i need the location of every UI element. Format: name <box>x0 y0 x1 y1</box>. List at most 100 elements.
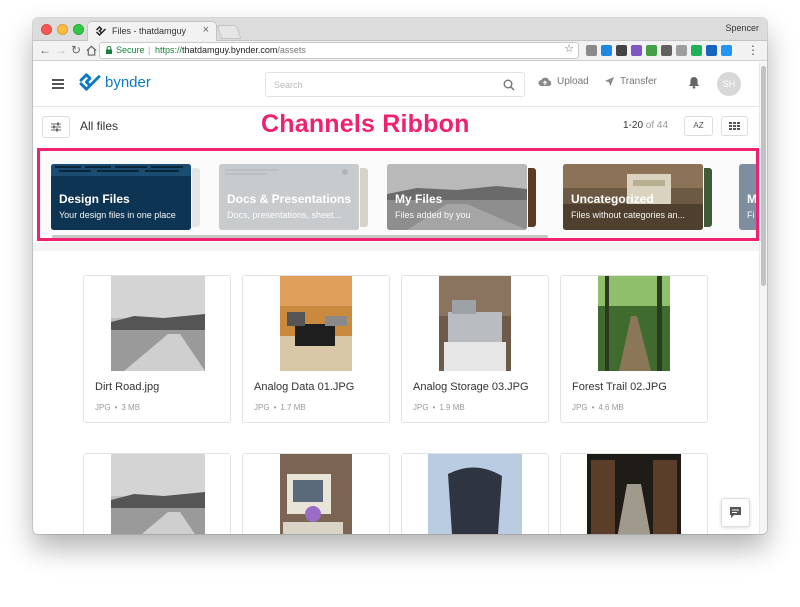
section-divider <box>33 242 759 251</box>
asset-size: 4.6 MB <box>598 403 624 412</box>
asset-card[interactable] <box>401 453 549 534</box>
grid-view-icon <box>729 122 740 130</box>
grid-view-button[interactable] <box>721 116 748 136</box>
browser-window: Files - thatdamguy × Spencer ← → ↻ Secur… <box>33 18 767 534</box>
home-icon[interactable] <box>86 45 97 56</box>
asset-card[interactable]: Forest Trail 02.JPG JPG • 4.6 MB <box>560 275 708 423</box>
meta-separator: • <box>432 403 436 412</box>
chat-button[interactable] <box>721 498 750 527</box>
asset-grid: Dirt Road.jpg JPG • 3 MB Analog Data 01.JP… <box>33 251 759 534</box>
browser-menu-icon[interactable]: ⋮ <box>747 43 759 57</box>
asset-thumbnail <box>402 276 548 371</box>
asset-thumbnail <box>243 276 389 371</box>
asset-meta: JPG • 4.6 MB <box>572 403 624 412</box>
channel-card-docs-presentations[interactable]: Docs & Presentations Docs, presentations… <box>219 164 359 230</box>
app-header: bynder Search Upload Transfer SH <box>33 62 759 107</box>
transfer-button[interactable]: Transfer <box>604 76 657 87</box>
upload-label: Upload <box>557 76 589 87</box>
address-bar[interactable]: Secure | https://thatdamguy.bynder.com/a… <box>99 42 579 59</box>
user-avatar[interactable]: SH <box>717 72 741 96</box>
annotation-label: Channels Ribbon <box>261 110 470 138</box>
bynder-favicon-icon <box>95 25 107 37</box>
meta-separator: • <box>591 403 595 412</box>
minimize-window-button[interactable] <box>57 24 68 35</box>
back-arrow-icon[interactable]: ← <box>39 43 51 57</box>
browser-tab[interactable]: Files - thatdamguy × <box>87 21 217 41</box>
navigation-bar: ← → ↻ Secure | https://thatdamguy.bynder… <box>33 41 767 61</box>
url-host: thatdamguy.bynder.com <box>182 45 278 55</box>
scrollbar-thumb[interactable] <box>761 66 766 286</box>
url-text: https://thatdamguy.bynder.com/assets <box>155 43 306 58</box>
search-placeholder: Search <box>274 80 303 90</box>
channel-card-my-files[interactable]: My Files Files added by you <box>387 164 527 230</box>
channel-subtitle: Files without categories an... <box>571 210 686 220</box>
asset-type: JPG <box>572 403 588 412</box>
asset-card[interactable]: Analog Data 01.JPG JPG • 1.7 MB <box>242 275 390 423</box>
maximize-window-button[interactable] <box>73 24 84 35</box>
asset-card[interactable]: Dirt Road.jpg JPG • 3 MB <box>83 275 231 423</box>
channel-stack-edge <box>704 168 712 227</box>
asset-card[interactable] <box>83 453 231 534</box>
forward-arrow-icon[interactable]: → <box>55 43 67 57</box>
meta-separator: • <box>273 403 277 412</box>
extension-icon-7[interactable] <box>676 45 687 56</box>
extension-icon-4[interactable] <box>631 45 642 56</box>
extension-icon-2[interactable] <box>601 45 612 56</box>
asset-type: JPG <box>254 403 270 412</box>
asset-type: JPG <box>95 403 111 412</box>
notifications-bell-icon[interactable] <box>688 76 700 89</box>
page-scrollbar[interactable] <box>759 62 767 534</box>
url-scheme: https:// <box>155 45 183 55</box>
asset-card[interactable] <box>242 453 390 534</box>
hamburger-menu-icon[interactable] <box>52 79 64 89</box>
close-window-button[interactable] <box>41 24 52 35</box>
extension-icon-1[interactable] <box>586 45 597 56</box>
upload-button[interactable]: Upload <box>538 76 589 87</box>
channel-card-design-files[interactable]: Design Files Your design files in one pl… <box>51 164 191 230</box>
filter-button[interactable] <box>42 116 70 138</box>
asset-thumbnail <box>84 454 230 534</box>
asset-name: Analog Data 01.JPG <box>254 381 355 393</box>
extension-icons <box>586 45 732 57</box>
tab-close-icon[interactable]: × <box>203 24 209 36</box>
extension-icon-8[interactable] <box>691 45 702 56</box>
secure-label: Secure <box>116 45 145 55</box>
cloud-upload-icon <box>538 77 552 86</box>
asset-meta: JPG • 1.9 MB <box>413 403 465 412</box>
bynder-logo-icon[interactable] <box>79 73 101 91</box>
asset-thumbnail <box>561 276 707 371</box>
search-icon[interactable] <box>503 79 515 91</box>
sort-button[interactable]: AZ <box>684 116 713 136</box>
asset-name: Forest Trail 02.JPG <box>572 381 667 393</box>
meta-separator: • <box>114 403 118 412</box>
files-toolbar: All files Channels Ribbon 1-20 of 44 AZ <box>33 107 759 145</box>
extension-icon-5[interactable] <box>646 45 657 56</box>
asset-size: 1.9 MB <box>439 403 465 412</box>
reload-icon[interactable]: ↻ <box>71 43 81 57</box>
channel-card-uncategorized[interactable]: Uncategorized Files without categories a… <box>563 164 703 230</box>
new-tab-button[interactable] <box>216 25 242 39</box>
bookmark-star-icon[interactable]: ☆ <box>564 42 574 57</box>
asset-card[interactable] <box>560 453 708 534</box>
asset-thumbnail <box>402 454 548 534</box>
channel-subtitle: Fi <box>747 210 755 220</box>
asset-size: 3 MB <box>121 403 141 412</box>
channel-title: Design Files <box>59 192 130 206</box>
channel-title: My Files <box>395 192 443 206</box>
channel-stack-edge <box>360 168 368 227</box>
asset-name: Analog Storage 03.JPG <box>413 381 529 393</box>
url-separator: | <box>148 45 151 55</box>
search-input[interactable]: Search <box>265 72 525 97</box>
extension-icon-10[interactable] <box>721 45 732 56</box>
ribbon-scrollbar[interactable] <box>52 235 548 238</box>
bynder-logo-text[interactable]: bynder <box>105 74 151 91</box>
extension-icon-3[interactable] <box>616 45 627 56</box>
channel-card-partial[interactable]: M Fi <box>739 164 756 230</box>
extension-icon-9[interactable] <box>706 45 717 56</box>
profile-name[interactable]: Spencer <box>725 23 759 33</box>
channels-ribbon: Design Files Your design files in one pl… <box>37 148 759 241</box>
asset-card[interactable]: Analog Storage 03.JPG JPG • 1.9 MB <box>401 275 549 423</box>
asset-meta: JPG • 1.7 MB <box>254 403 306 412</box>
channel-title: Uncategorized <box>571 192 654 206</box>
extension-icon-6[interactable] <box>661 45 672 56</box>
